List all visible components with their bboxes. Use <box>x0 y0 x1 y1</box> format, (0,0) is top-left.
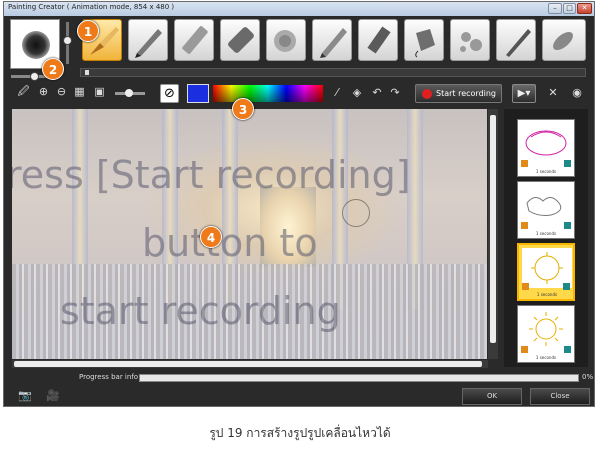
no-color-icon[interactable]: ⊘ <box>160 84 179 103</box>
fit-canvas-icon[interactable]: ▦ <box>72 84 87 99</box>
callout-2: 2 <box>42 58 64 80</box>
video-camera-icon[interactable]: 🎥 <box>46 390 68 402</box>
current-color-swatch[interactable] <box>187 84 209 103</box>
canvas-toolbar: 🖉 ⊕ ⊖ ▦ ▣ ⊘ ⁄ ◈ ↶ ↷ Start recording ▶▾ ✕… <box>10 82 594 106</box>
progress-label: Progress bar info <box>79 373 139 381</box>
scrollbar-thumb[interactable] <box>14 361 482 367</box>
frame-duration-icon[interactable] <box>564 222 571 229</box>
record-icon <box>422 89 432 99</box>
timer-icon[interactable]: ◉ <box>570 86 584 100</box>
brush-dot <box>22 31 50 59</box>
eraser-tool[interactable] <box>220 19 260 61</box>
overlay-text-line-1: ress [Start recording] <box>12 153 411 197</box>
canvas-vertical-scrollbar[interactable] <box>488 109 498 359</box>
frame-image <box>521 309 571 349</box>
crayon-tool[interactable] <box>358 19 398 61</box>
frames-panel: 1 seconds 1 seconds 1 seconds 1 seconds <box>504 109 588 367</box>
zoom-in-icon[interactable]: ⊕ <box>36 84 51 99</box>
background-image-icon[interactable]: ▣ <box>92 84 107 99</box>
ok-button[interactable]: OK <box>462 388 522 405</box>
canvas-horizontal-scrollbar[interactable] <box>12 360 488 368</box>
frame-caption: 1 seconds <box>536 292 558 297</box>
frame-thumbnail[interactable]: 1 seconds <box>517 305 575 363</box>
play-button[interactable]: ▶▾ <box>512 84 536 103</box>
frame-order-icon[interactable] <box>521 222 528 229</box>
slider-knob[interactable] <box>30 72 39 81</box>
painting-creator-window: Painting Creator ( Animation mode, 854 x… <box>3 1 595 407</box>
window-title: Painting Creator ( Animation mode, 854 x… <box>8 3 175 11</box>
brush-opacity-slider[interactable] <box>63 22 72 64</box>
close-button[interactable]: Close <box>530 388 590 405</box>
callout-1: 1 <box>77 20 99 42</box>
snapshot-icon[interactable]: 📷 <box>18 390 36 402</box>
slider-knob[interactable] <box>63 36 72 45</box>
title-bar: Painting Creator ( Animation mode, 854 x… <box>4 2 594 16</box>
fill-icon[interactable]: ◈ <box>350 86 364 100</box>
frame-thumbnail[interactable]: 1 seconds <box>517 181 575 239</box>
frame-image <box>521 185 571 225</box>
undo-icon[interactable]: ↶ <box>370 86 384 100</box>
brush-tools-strip <box>80 17 592 67</box>
frame-order-icon[interactable] <box>521 346 528 353</box>
import-image-icon[interactable]: 🖉 <box>16 84 31 99</box>
blur-tool[interactable] <box>266 19 306 61</box>
brush-cursor <box>342 199 370 227</box>
color-palette[interactable] <box>213 85 323 102</box>
progress-bar <box>139 374 579 382</box>
zoom-out-icon[interactable]: ⊖ <box>54 84 69 99</box>
slider-knob[interactable] <box>125 89 133 97</box>
overlay-text-line-2: button to <box>142 221 318 265</box>
frame-duration-icon[interactable] <box>564 346 571 353</box>
overlay-text-line-3: start recording <box>60 289 341 333</box>
frame-order-icon[interactable] <box>521 160 528 167</box>
frame-thumbnail-selected[interactable]: 1 seconds <box>517 243 575 301</box>
splatter-tool[interactable] <box>450 19 490 61</box>
drawing-canvas[interactable]: ress [Start recording] button to start r… <box>12 109 487 359</box>
frame-image <box>521 123 571 163</box>
frame-thumbnail[interactable]: 1 seconds <box>517 119 575 177</box>
frame-order-icon[interactable] <box>522 283 529 290</box>
callout-4: 4 <box>200 226 222 248</box>
eyedropper-icon[interactable]: ⁄ <box>330 86 344 100</box>
start-recording-button[interactable]: Start recording <box>415 84 502 103</box>
zoom-slider[interactable] <box>115 89 145 97</box>
pen-tool[interactable] <box>128 19 168 61</box>
pencil-tool[interactable] <box>312 19 352 61</box>
marker-tool[interactable] <box>174 19 214 61</box>
close-window-button[interactable]: ✕ <box>577 3 592 14</box>
callout-3: 3 <box>232 98 254 120</box>
frame-duration-icon[interactable] <box>564 160 571 167</box>
delete-frame-icon[interactable]: ✕ <box>546 86 560 100</box>
minimize-button[interactable]: – <box>548 3 562 14</box>
frame-caption: 1 seconds <box>535 355 557 360</box>
figure-caption: รูป 19 การสร้างรูปรูปเคลื่อนไหวได้ <box>209 426 391 440</box>
frame-image <box>522 248 572 288</box>
scrollbar-thumb[interactable] <box>85 70 89 75</box>
start-recording-label: Start recording <box>436 89 497 98</box>
bucket-tool[interactable] <box>404 19 444 61</box>
tools-scrollbar[interactable] <box>80 68 586 77</box>
smudge-tool[interactable] <box>542 19 586 61</box>
progress-percent: 0% <box>582 373 594 381</box>
frame-duration-icon[interactable] <box>563 283 570 290</box>
maximize-button[interactable]: □ <box>563 3 576 14</box>
frame-caption: 1 seconds <box>535 231 557 236</box>
scrollbar-thumb[interactable] <box>490 115 496 343</box>
redo-icon[interactable]: ↷ <box>388 86 402 100</box>
frame-caption: 1 seconds <box>535 169 557 174</box>
feather-brush-tool[interactable] <box>496 19 536 61</box>
